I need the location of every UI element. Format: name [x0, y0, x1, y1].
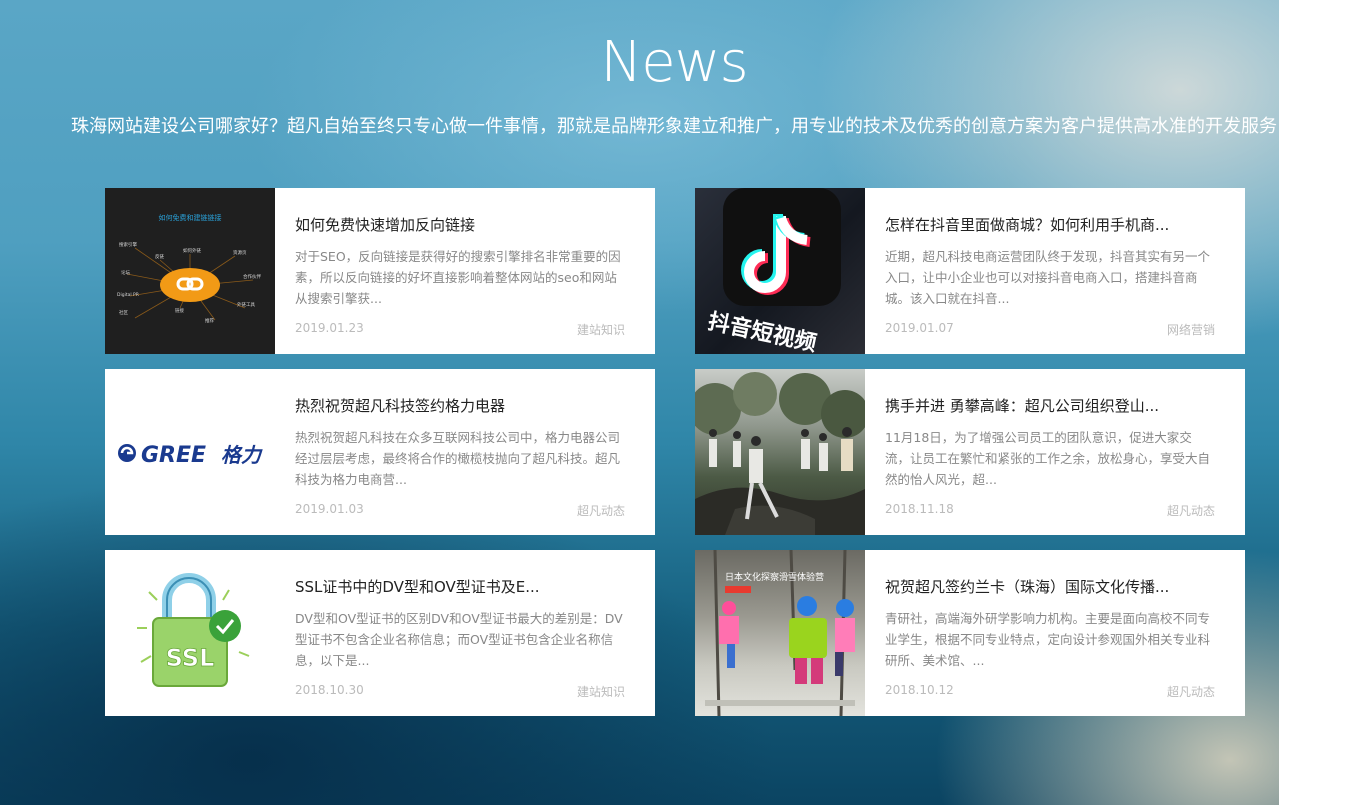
news-title[interactable]: 祝贺超凡签约兰卡（珠海）国际文化传播...	[885, 576, 1225, 597]
ssl-label: SSL	[166, 644, 215, 672]
svg-text:反链: 反链	[155, 253, 164, 260]
news-section: News 珠海网站建设公司哪家好？超凡自始至终只专心做一件事情，那就是品牌形象建…	[0, 0, 1279, 805]
news-category[interactable]: 超凡动态	[1167, 502, 1215, 519]
news-title[interactable]: 如何免费快速增加反向链接	[295, 214, 635, 235]
svg-text:链接: 链接	[175, 307, 184, 314]
gree-wordmark: GREE	[141, 443, 206, 468]
douyin-caption: 抖音短视频	[706, 308, 819, 354]
news-date: 2019.01.23	[295, 321, 364, 335]
news-thumbnail[interactable]: SSL	[105, 550, 275, 716]
svg-text:合作伙伴: 合作伙伴	[243, 273, 261, 280]
news-title[interactable]: 携手并进 勇攀高峰：超凡公司组织登山...	[885, 395, 1225, 416]
news-card[interactable]: 如何免费和建链链接 搜索引擎 反链 如何外链 资源页 合作伙伴 外链工具 推荐 …	[105, 188, 655, 354]
news-category[interactable]: 超凡动态	[577, 502, 625, 519]
svg-text:资源页: 资源页	[233, 249, 247, 256]
news-summary: 热烈祝贺超凡科技在众多互联网科技公司中，格力电器公司经过层层考虑，最终将合作的橄…	[295, 430, 621, 487]
svg-text:如何外链: 如何外链	[183, 247, 201, 254]
news-thumbnail[interactable]	[695, 369, 865, 535]
news-category[interactable]: 建站知识	[577, 321, 625, 338]
news-card[interactable]: 携手并进 勇攀高峰：超凡公司组织登山... 11月18日，为了增强公司员工的团队…	[695, 369, 1245, 535]
news-card[interactable]: SSL SSL证书中的DV型和OV型证书及E... DV型和OV型证书的区别DV…	[105, 550, 655, 716]
news-category[interactable]: 建站知识	[577, 683, 625, 700]
svg-text:外链工具: 外链工具	[237, 301, 255, 308]
news-category[interactable]: 网络营销	[1167, 321, 1215, 338]
news-card[interactable]: 日本文化探察滑雪体验营 祝贺超凡签约兰卡（珠海）国际文化传播... 青研社，高端…	[695, 550, 1245, 716]
news-date: 2019.01.07	[885, 321, 954, 335]
svg-text:格力: 格力	[221, 443, 263, 467]
diagram-caption: 如何免费和建链链接	[159, 213, 222, 222]
svg-text:搜索引擎: 搜索引擎	[119, 241, 137, 248]
section-subtitle: 珠海网站建设公司哪家好？超凡自始至终只专心做一件事情，那就是品牌形象建立和推广，…	[71, 116, 1277, 137]
svg-text:社区: 社区	[119, 309, 128, 316]
news-summary: 近期，超凡科技电商运营团队终于发现，抖音其实有另一个入口，让中小企业也可以对接抖…	[885, 249, 1211, 306]
news-thumbnail[interactable]: 日本文化探察滑雪体验营	[695, 550, 865, 716]
section-title: News	[600, 30, 748, 95]
douyin-note-icon: 抖音短视频	[706, 188, 841, 354]
svg-text:论坛: 论坛	[121, 269, 130, 276]
news-date: 2018.10.12	[885, 683, 954, 697]
ski-kids-photo-icon: 日本文化探察滑雪体验营	[705, 550, 855, 716]
news-thumbnail[interactable]: GREE 格力	[105, 369, 275, 535]
news-card[interactable]: GREE 格力 热烈祝贺超凡科技签约格力电器 热烈祝贺超凡科技在众多互联网科技公…	[105, 369, 655, 535]
news-summary: 青研社，高端海外研学影响力机构。主要是面向高校不同专业学生，根据不同专业特点，定…	[885, 611, 1211, 668]
news-summary: DV型和OV型证书的区别DV和OV型证书最大的差别是：DV型证书不包含企业名称信…	[295, 611, 623, 668]
news-card[interactable]: 抖音短视频 怎样在抖音里面做商城？如何利用手机商... 近期，超凡科技电商运营团…	[695, 188, 1245, 354]
news-thumbnail[interactable]: 如何免费和建链链接 搜索引擎 反链 如何外链 资源页 合作伙伴 外链工具 推荐 …	[105, 188, 275, 354]
news-summary: 11月18日，为了增强公司员工的团队意识，促进大家交流，让员工在繁忙和紧张的工作…	[885, 430, 1211, 487]
news-title[interactable]: 怎样在抖音里面做商城？如何利用手机商...	[885, 214, 1225, 235]
ssl-lock-icon: SSL	[137, 573, 250, 687]
news-category[interactable]: 超凡动态	[1167, 683, 1215, 700]
news-title[interactable]: SSL证书中的DV型和OV型证书及E...	[295, 576, 635, 597]
news-title[interactable]: 热烈祝贺超凡科技签约格力电器	[295, 395, 635, 416]
gree-logo-icon: GREE 格力	[118, 443, 263, 468]
svg-text:推荐: 推荐	[205, 317, 214, 324]
news-date: 2018.11.18	[885, 502, 954, 516]
backlink-diagram-icon: 如何免费和建链链接 搜索引擎反链 如何外链 资源页 合作伙伴外链工具 推荐链接 …	[105, 188, 275, 354]
news-thumbnail[interactable]: 抖音短视频	[695, 188, 865, 354]
news-date: 2018.10.30	[295, 683, 364, 697]
hiking-photo-icon	[695, 372, 865, 535]
ski-caption: 日本文化探察滑雪体验营	[725, 571, 824, 583]
news-summary: 对于SEO，反向链接是获得好的搜索引擎排名非常重要的因素，所以反向链接的好坏直接…	[295, 249, 621, 306]
news-date: 2019.01.03	[295, 502, 364, 516]
svg-text:Digital PR: Digital PR	[117, 292, 139, 298]
